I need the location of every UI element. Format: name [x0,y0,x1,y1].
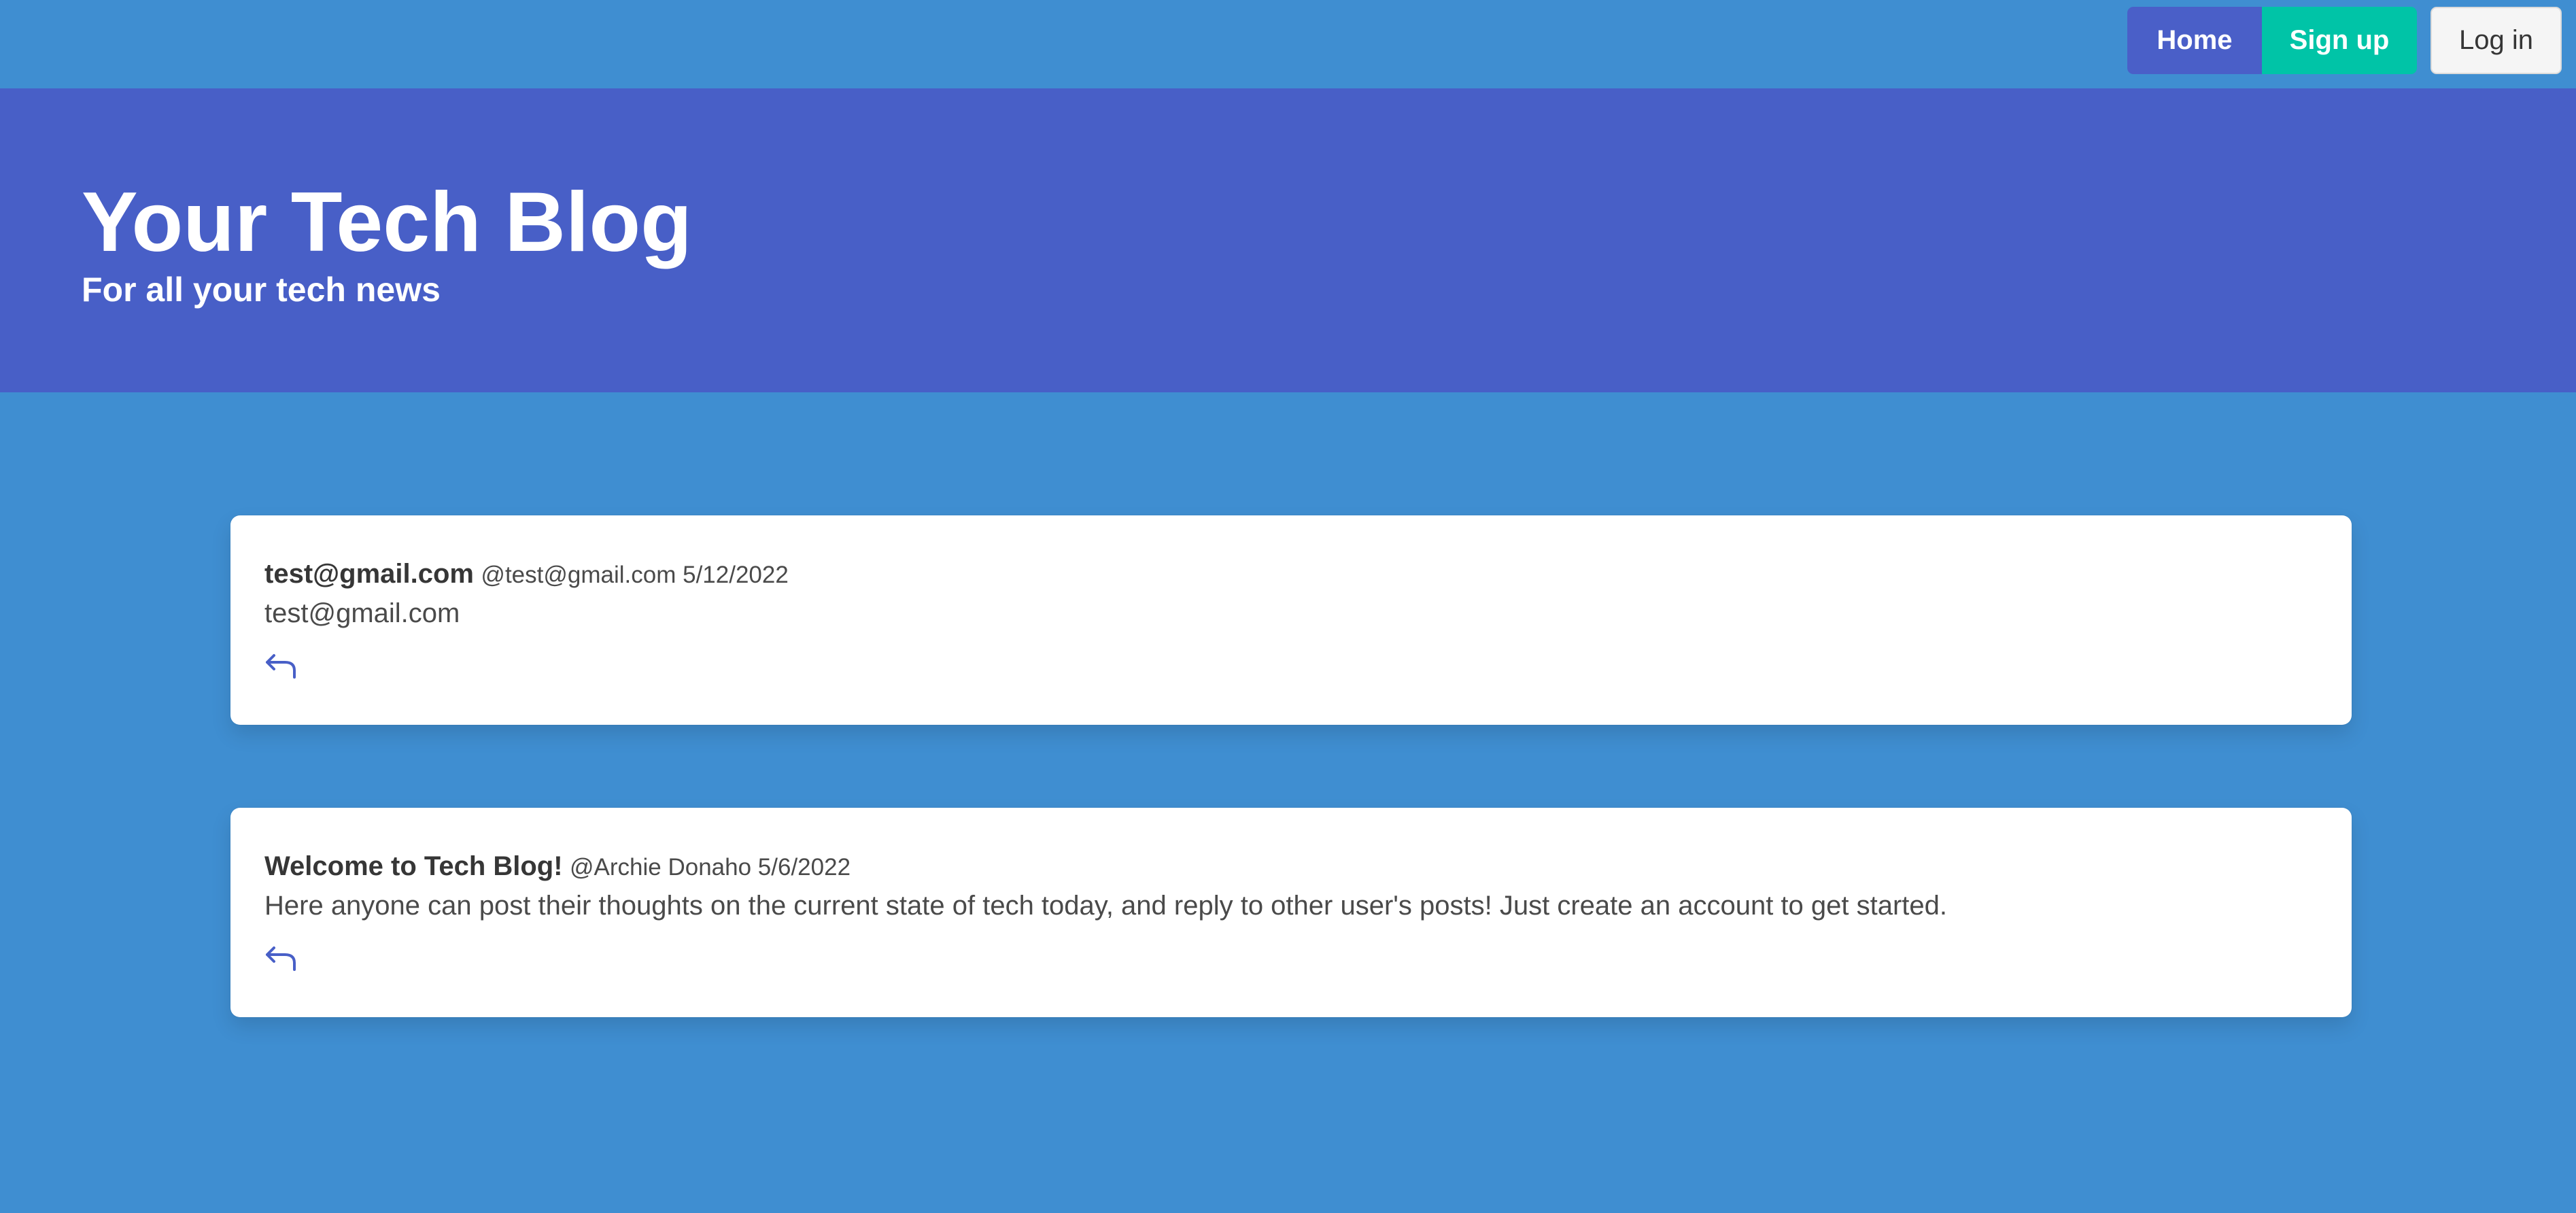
signup-button[interactable]: Sign up [2262,7,2417,74]
reply-icon[interactable] [264,651,298,679]
post-meta: @Archie Donaho 5/6/2022 [570,854,851,881]
navbar-buttons: Home Sign up Log in [2127,7,2562,74]
post-header: test@gmail.com @test@gmail.com 5/12/2022 [264,555,789,599]
post-card: Welcome to Tech Blog! @Archie Donaho 5/6… [230,808,2352,1017]
reply-icon[interactable] [264,944,298,971]
login-button[interactable]: Log in [2431,7,2562,74]
post-meta: @test@gmail.com 5/12/2022 [481,562,789,588]
post-header: Welcome to Tech Blog! @Archie Donaho 5/6… [264,847,851,891]
post-title: Welcome to Tech Blog! [264,851,563,881]
post-title: test@gmail.com [264,559,474,589]
post-body: Here anyone can post their thoughts on t… [264,891,1948,921]
hero-banner: Your Tech Blog For all your tech news [0,88,2576,392]
home-button[interactable]: Home [2127,7,2262,74]
page-title: Your Tech Blog [82,175,692,269]
post-body: test@gmail.com [264,598,460,628]
top-navbar: Home Sign up Log in [0,0,2576,88]
page-subtitle: For all your tech news [82,271,441,309]
post-card: test@gmail.com @test@gmail.com 5/12/2022… [230,515,2352,725]
